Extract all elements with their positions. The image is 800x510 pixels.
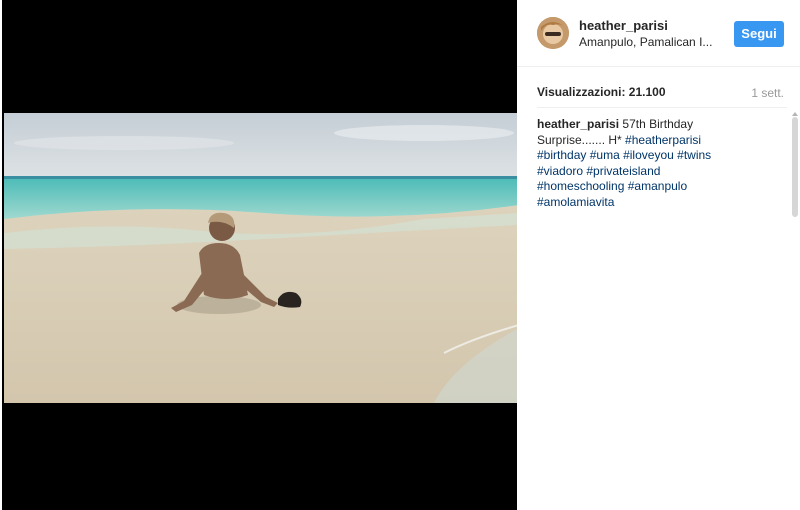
- beach-scene-image: [4, 113, 519, 403]
- hashtag-link[interactable]: #uma: [590, 148, 620, 162]
- hashtag-link[interactable]: #amolamiavita: [537, 195, 614, 209]
- hashtag-link[interactable]: #twins: [677, 148, 711, 162]
- hashtag-link[interactable]: #privateisland: [586, 164, 660, 178]
- media-area[interactable]: [0, 0, 519, 510]
- post-header: heather_parisi Amanpulo, Pamalican I... …: [517, 0, 800, 67]
- post-caption: heather_parisi 57th Birthday Surprise...…: [537, 117, 737, 210]
- follow-button[interactable]: Segui: [734, 21, 784, 47]
- caption-username[interactable]: heather_parisi: [537, 117, 619, 131]
- author-username[interactable]: heather_parisi: [579, 18, 668, 33]
- view-count: Visualizzazioni: 21.100: [537, 85, 666, 99]
- hashtag-link[interactable]: #homeschooling: [537, 179, 624, 193]
- post-sidebar: heather_parisi Amanpulo, Pamalican I... …: [517, 0, 800, 510]
- scroll-up-arrow-icon[interactable]: [792, 112, 798, 116]
- hashtag-link[interactable]: #iloveyou: [623, 148, 674, 162]
- hashtag-link[interactable]: #viadoro: [537, 164, 583, 178]
- hashtag-link[interactable]: #birthday: [537, 148, 586, 162]
- post-viewer: heather_parisi Amanpulo, Pamalican I... …: [0, 0, 800, 510]
- hashtag-link[interactable]: #heatherparisi: [625, 133, 701, 147]
- avatar[interactable]: [537, 17, 569, 49]
- avatar-image: [537, 17, 569, 49]
- hashtag-link[interactable]: #amanpulo: [628, 179, 687, 193]
- video-frame[interactable]: [4, 113, 519, 403]
- divider: [537, 107, 787, 108]
- post-timestamp[interactable]: 1 sett.: [751, 86, 784, 100]
- comments-scrollbar[interactable]: [792, 117, 798, 217]
- post-location[interactable]: Amanpulo, Pamalican I...: [579, 35, 719, 49]
